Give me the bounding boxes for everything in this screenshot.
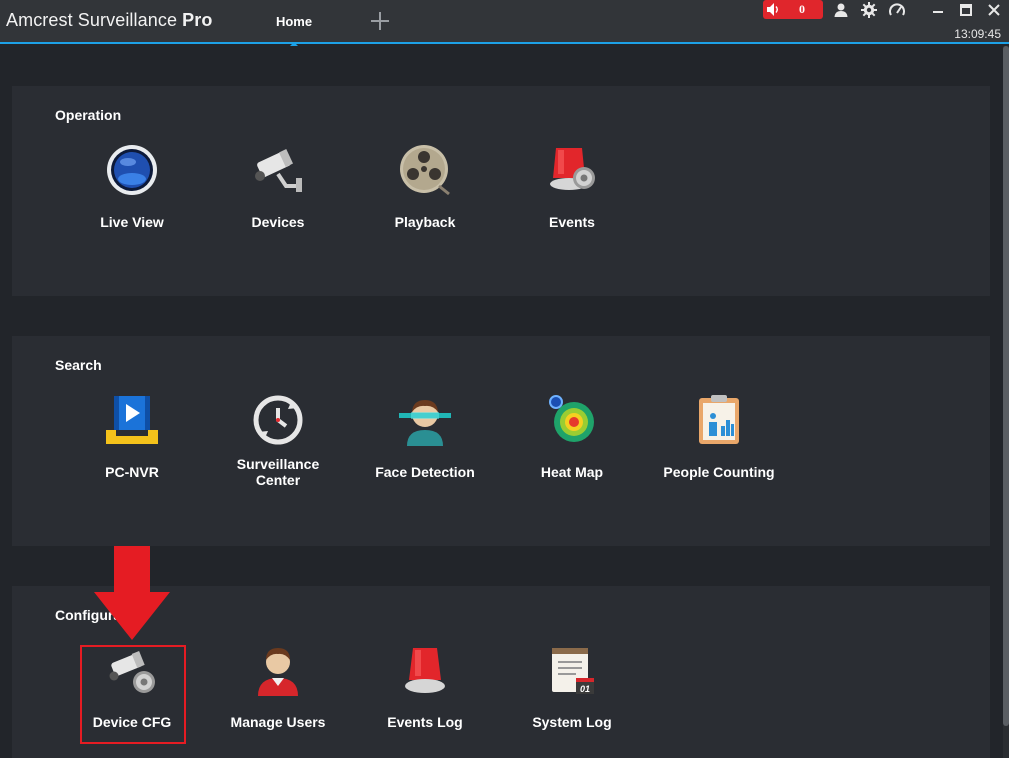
- title-bar: Amcrest Surveillance Pro Home 0 13:09:45: [0, 0, 1009, 46]
- clock: 13:09:45: [954, 27, 1001, 41]
- tab-home-label: Home: [275, 14, 313, 29]
- speaker-icon: [767, 3, 778, 16]
- live-view-icon: [107, 145, 157, 195]
- annotation-arrow-icon: [94, 546, 170, 640]
- section-title: Operation: [55, 107, 122, 123]
- tile-heat-map[interactable]: Heat Map: [507, 376, 637, 496]
- notepad-log-icon: 01: [552, 648, 594, 694]
- tab-home[interactable]: Home: [262, 0, 326, 46]
- alarm-gear-icon: [550, 148, 595, 190]
- tile-manage-users[interactable]: Manage Users: [213, 626, 343, 746]
- clipboard-chart-icon: [699, 395, 739, 444]
- svg-text:01: 01: [580, 684, 590, 694]
- section-title: Search: [55, 357, 102, 373]
- tile-label: Events: [549, 214, 595, 230]
- tile-label: Surveillance Center: [236, 456, 320, 488]
- gear-icon[interactable]: [861, 2, 877, 18]
- app-title-bold: Pro: [182, 10, 213, 30]
- tile-face-detection[interactable]: Face Detection: [360, 376, 490, 496]
- app-window: Amcrest Surveillance Pro Home 0 13:09:45…: [0, 0, 1009, 758]
- alarm-indicator[interactable]: 0: [763, 0, 823, 19]
- tile-label: Manage Users: [230, 714, 326, 730]
- minimize-icon[interactable]: [929, 2, 947, 18]
- tile-label: Events Log: [387, 714, 463, 730]
- heat-map-icon: [549, 395, 594, 442]
- alarm-light-icon: [405, 648, 445, 693]
- tile-label: System Log: [532, 714, 612, 730]
- tile-surveillance-center[interactable]: Surveillance Center: [213, 376, 343, 496]
- tile-label: Live View: [100, 214, 164, 230]
- gauge-icon[interactable]: [889, 2, 905, 18]
- tile-label: Playback: [394, 214, 456, 230]
- face-scan-icon: [399, 400, 451, 446]
- tile-label: Devices: [251, 214, 305, 230]
- app-title: Amcrest Surveillance Pro: [6, 10, 212, 31]
- tile-label: Heat Map: [540, 464, 604, 480]
- tile-label: PC-NVR: [105, 464, 159, 480]
- user-avatar-icon: [258, 648, 298, 696]
- pc-nvr-icon: [106, 396, 158, 444]
- user-icon[interactable]: [833, 2, 849, 18]
- scrollbar-thumb[interactable]: [1003, 46, 1009, 726]
- sync-clock-icon: [253, 395, 303, 445]
- tile-playback[interactable]: Playback: [360, 126, 490, 246]
- annotation-highlight-box: [80, 645, 186, 744]
- tile-system-log[interactable]: 01 System Log: [507, 626, 637, 746]
- tile-label: People Counting: [663, 464, 775, 480]
- tile-label: Face Detection: [375, 464, 475, 480]
- vertical-scrollbar[interactable]: [1003, 46, 1009, 758]
- tile-devices[interactable]: Devices: [213, 126, 343, 246]
- film-reel-icon: [400, 145, 450, 196]
- tile-events-log[interactable]: Events Log: [360, 626, 490, 746]
- add-tab-button[interactable]: [368, 9, 392, 33]
- tile-live-view[interactable]: Live View: [67, 126, 197, 246]
- app-title-main: Amcrest Surveillance: [6, 10, 183, 30]
- tile-events[interactable]: Events: [507, 126, 637, 246]
- alarm-count: 0: [783, 2, 821, 17]
- tile-pc-nvr[interactable]: PC-NVR: [67, 376, 197, 496]
- tile-people-counting[interactable]: People Counting: [654, 376, 784, 496]
- close-icon[interactable]: [985, 2, 1003, 18]
- section-search: Search PC-NVR Surveillance Center Face D…: [12, 336, 990, 546]
- camera-icon: [255, 149, 302, 192]
- section-operation: Operation Live View Devices Playback Eve…: [12, 86, 990, 296]
- maximize-icon[interactable]: [957, 2, 975, 18]
